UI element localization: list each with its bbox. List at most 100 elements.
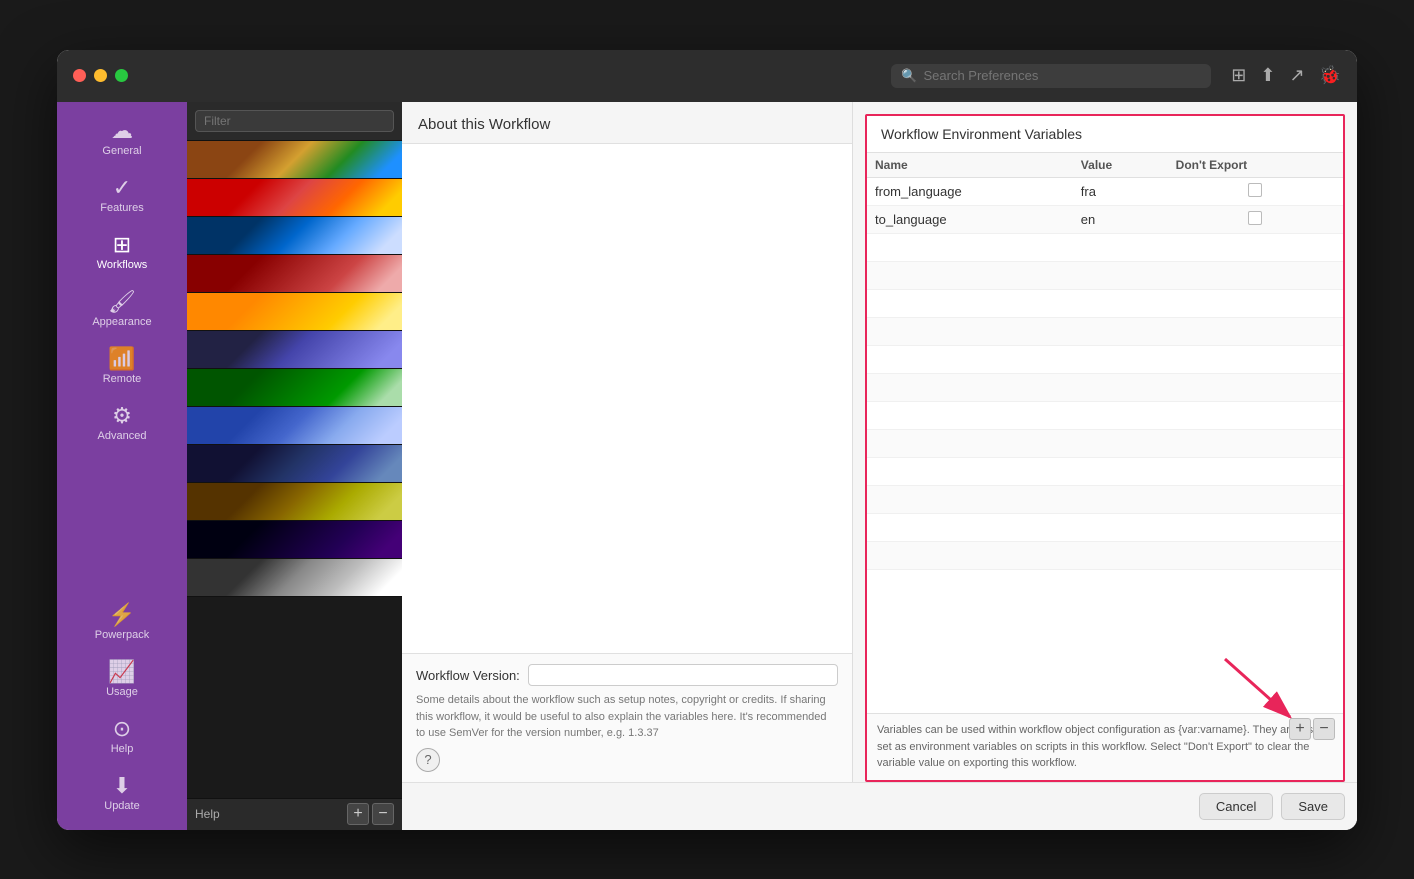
remove-env-var-button[interactable]: − [1313,718,1335,740]
version-label: Workflow Version: [416,668,520,683]
usage-icon: 📈 [108,661,135,683]
env-empty-row [867,262,1343,290]
sidebar-item-powerpack[interactable]: ⚡ Powerpack [57,596,187,649]
table-row: to_language en [867,205,1343,233]
sidebar-item-advanced[interactable]: ⚙ Advanced [57,397,187,450]
env-empty-row [867,346,1343,374]
about-textarea[interactable] [402,144,852,654]
file-panel-bottom-bar: Help + − [187,798,402,830]
list-item[interactable] [187,179,402,217]
save-button[interactable]: Save [1281,793,1345,820]
sidebar-item-usage[interactable]: 📈 Usage [57,653,187,706]
about-title: About this Workflow [402,102,852,144]
file-panel: Help + − [187,102,402,830]
sidebar-item-remote[interactable]: 📶 Remote [57,340,187,393]
sidebar-item-help[interactable]: ⊙ Help [57,710,187,763]
col-value: Value [1073,153,1168,178]
appearance-icon: 🖌 [108,291,136,313]
upload-icon[interactable]: ⬆ [1260,65,1275,86]
add-env-var-button[interactable]: + [1289,718,1311,740]
traffic-lights [73,69,128,82]
sidebar-item-appearance[interactable]: 🖌 Appearance [57,283,187,336]
env-empty-row [867,234,1343,262]
list-item[interactable] [187,445,402,483]
sidebar-item-label: Remote [103,373,142,385]
share-icon[interactable]: ↗ [1289,65,1304,86]
env-value[interactable]: en [1073,205,1168,233]
sidebar-item-label: Update [104,800,139,812]
env-empty-row [867,458,1343,486]
sidebar-item-label: Usage [106,686,138,698]
dont-export-checkbox[interactable] [1248,183,1262,197]
help-button[interactable]: ? [416,748,440,772]
list-item[interactable] [187,141,402,179]
titlebar: 🔍 ⊞ ⬆ ↗ 🐞 [57,50,1357,102]
env-empty-row [867,486,1343,514]
main-layout: ☁ General ✓ Features ⊞ Workflows 🖌 Appea… [57,102,1357,830]
list-item[interactable] [187,217,402,255]
search-icon: 🔍 [901,68,917,84]
filter-input[interactable] [195,110,394,132]
search-bar[interactable]: 🔍 [891,64,1211,88]
env-name[interactable]: from_language [867,177,1073,205]
workflow-detail: About this Workflow Workflow Version: So… [402,102,1357,830]
dont-export-checkbox[interactable] [1248,211,1262,225]
dialog-buttons: Cancel Save [402,782,1357,830]
list-item[interactable] [187,559,402,597]
env-empty-row [867,514,1343,542]
minimize-button[interactable] [94,69,107,82]
sidebar: ☁ General ✓ Features ⊞ Workflows 🖌 Appea… [57,102,187,830]
col-dont-export: Don't Export [1168,153,1343,178]
env-empty-row [867,290,1343,318]
bug-icon[interactable]: 🐞 [1319,65,1341,86]
env-footer-text: Variables can be used within workflow ob… [877,722,1333,772]
cancel-button[interactable]: Cancel [1199,793,1273,820]
remove-workflow-button[interactable]: − [372,803,394,825]
env-empty-row [867,374,1343,402]
col-name: Name [867,153,1073,178]
env-vars-panel: Workflow Environment Variables Name Valu… [865,114,1345,782]
env-dont-export[interactable] [1168,177,1343,205]
file-filter [187,102,402,141]
close-button[interactable] [73,69,86,82]
list-item[interactable] [187,331,402,369]
sidebar-item-workflows[interactable]: ⊞ Workflows [57,226,187,279]
advanced-icon: ⚙ [112,405,132,427]
env-value[interactable]: fra [1073,177,1168,205]
maximize-button[interactable] [115,69,128,82]
add-workflow-button[interactable]: + [347,803,369,825]
main-window: 🔍 ⊞ ⬆ ↗ 🐞 ☁ General ✓ Features ⊞ Workflo… [57,50,1357,830]
remote-icon: 📶 [108,348,135,370]
env-name[interactable]: to_language [867,205,1073,233]
gallery-icon[interactable]: ⊞ [1231,65,1246,86]
env-vars-title: Workflow Environment Variables [867,116,1343,153]
sidebar-item-label: Features [100,202,143,214]
version-hint: Some details about the workflow such as … [416,692,838,742]
table-row: from_language fra [867,177,1343,205]
env-empty-row [867,542,1343,570]
workflows-icon: ⊞ [113,234,131,256]
list-item[interactable] [187,407,402,445]
sidebar-item-update[interactable]: ⬇ Update [57,767,187,820]
general-icon: ☁ [111,120,133,142]
list-item[interactable] [187,483,402,521]
version-input[interactable] [528,664,838,686]
env-empty-row [867,318,1343,346]
sidebar-item-label: Help [111,743,134,755]
list-item[interactable] [187,293,402,331]
help-text: Help [195,807,220,821]
env-footer-buttons: + − [1289,718,1335,740]
list-item[interactable] [187,521,402,559]
env-dont-export[interactable] [1168,205,1343,233]
env-footer: Variables can be used within workflow ob… [867,713,1343,780]
sidebar-item-general[interactable]: ☁ General [57,112,187,165]
sidebar-item-label: Workflows [97,259,148,271]
search-input[interactable] [923,68,1201,83]
sidebar-item-features[interactable]: ✓ Features [57,169,187,222]
env-empty-rows [867,234,1343,714]
version-section: Workflow Version: Some details about the… [402,653,852,782]
left-panel: About this Workflow Workflow Version: So… [402,102,853,782]
list-item[interactable] [187,369,402,407]
list-item[interactable] [187,255,402,293]
env-empty-row [867,402,1343,430]
